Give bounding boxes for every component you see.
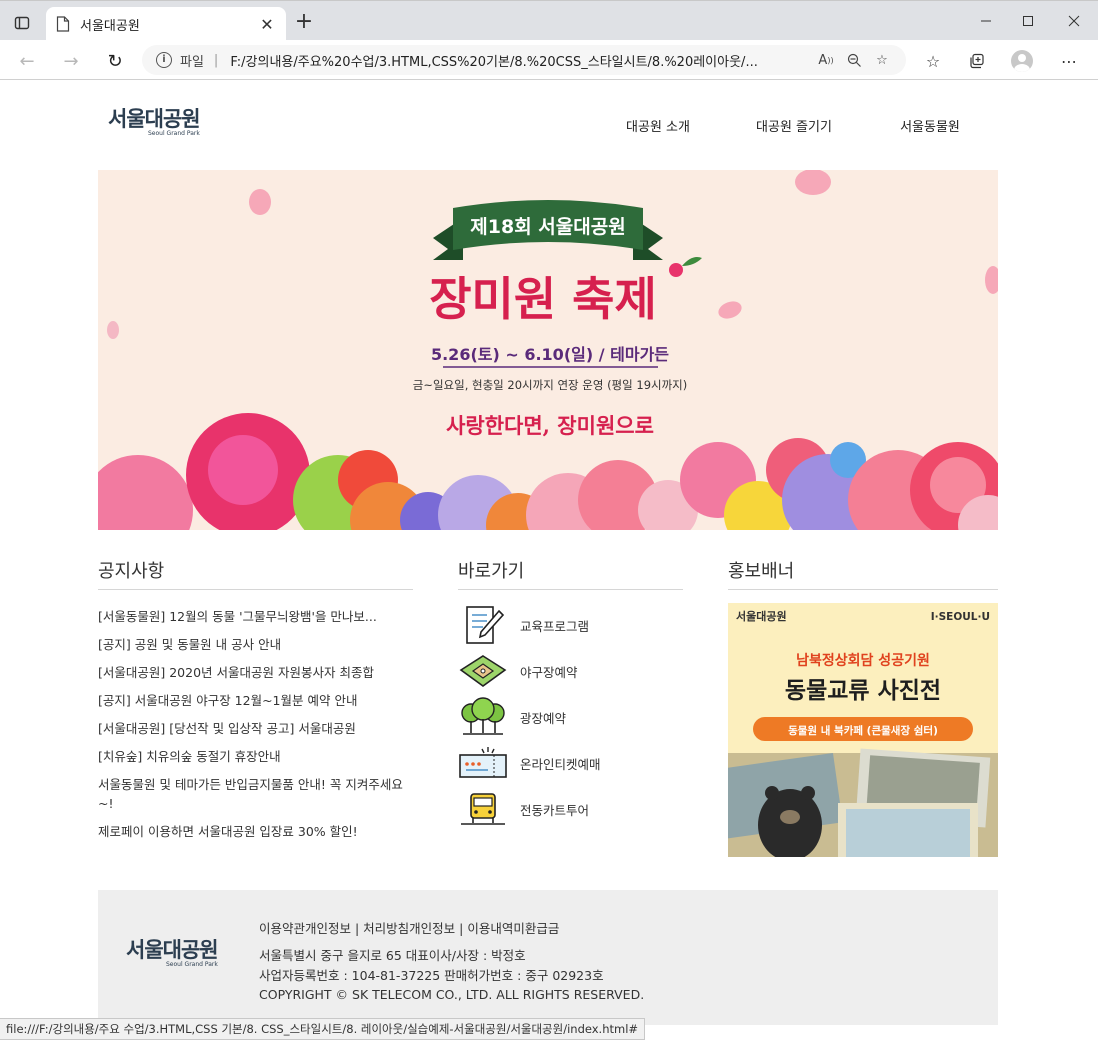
banner-dates: 5.26(토) ~ 6.10(일) / 테마가든 [431, 345, 669, 364]
browser-tab[interactable]: 서울대공원 ✕ [46, 7, 286, 41]
promo-banner[interactable]: 서울대공원 I·SEOUL·U 남북정상회담 성공기원 동물교류 사진전 동물원… [728, 603, 998, 857]
quick-links-section: 바로가기 교육프로그램 야구장예약 광장예약 온라인티켓예매 전동카트투어 [458, 557, 683, 832]
quick-link-cart[interactable]: 전동카트투어 [458, 786, 683, 832]
promo-pill: 동물원 내 북카페 (큰물새장 쉼터) [788, 724, 938, 737]
quick-link-plaza[interactable]: 광장예약 [458, 694, 683, 740]
notice-item[interactable]: 서울동물원 및 테마가든 반입금지물품 안내! 꼭 지켜주세요~! [98, 775, 413, 813]
tab-title: 서울대공원 [80, 18, 140, 34]
favorites-icon[interactable]: ☆ [918, 46, 948, 76]
url-scheme: 파일 [180, 54, 204, 70]
minimize-icon[interactable] [966, 7, 1006, 35]
collections-icon[interactable] [962, 46, 992, 76]
promo-section: 홍보배너 서울대공원 I·SEOUL·U 남북정상회담 성공기원 동물교류 사진… [728, 557, 998, 857]
notice-item[interactable]: 제로페이 이용하면 서울대공원 입장료 30% 할인! [98, 822, 413, 841]
trees-icon [458, 697, 508, 737]
notice-item[interactable]: [서울대공원] [당선작 및 입상작 공고] 서울대공원 [98, 719, 413, 738]
footer-logo[interactable]: 서울대공원 Seoul Grand Park [126, 934, 219, 968]
address-bar[interactable]: i 파일 | F:/강의내용/주요%20수업/3.HTML,CSS%20기본/8… [142, 45, 906, 75]
quick-links-list: 교육프로그램 야구장예약 광장예약 온라인티켓예매 전동카트투어 [458, 602, 683, 832]
nav-item-intro[interactable]: 대공원 소개 [590, 116, 726, 135]
zoom-out-icon[interactable] [840, 48, 868, 72]
quick-links-title: 바로가기 [458, 557, 683, 590]
close-tab-icon[interactable]: ✕ [258, 15, 276, 34]
back-icon[interactable]: ← [12, 46, 42, 76]
notice-item[interactable]: [치유숲] 치유의숲 동절기 휴장안내 [98, 747, 413, 766]
site-logo[interactable]: 서울대공원 Seoul Grand Park [108, 103, 208, 147]
cart-icon [458, 789, 508, 829]
main-banner[interactable]: 제18회 서울대공원 장미원 축제 5.26(토) ~ 6.10(일) / 테마… [98, 170, 998, 530]
notice-title: 공지사항 [98, 557, 413, 590]
nav-item-enjoy[interactable]: 대공원 즐기기 [726, 116, 862, 135]
quick-link-baseball[interactable]: 야구장예약 [458, 648, 683, 694]
footer-info: 서울특별시 중구 을지로 65 대표이사/사장 : 박정호 사업자등록번호 : … [259, 946, 644, 1005]
forward-icon[interactable]: → [56, 46, 86, 76]
notice-section: 공지사항 [서울동물원] 12월의 동물 '그물무늬왕뱀'을 만나보... [공… [98, 557, 413, 850]
content-area: 공지사항 [서울동물원] 12월의 동물 '그물무늬왕뱀'을 만나보... [공… [98, 557, 998, 857]
footer-copyright: COPYRIGHT © SK TELECOM CO., LTD. ALL RIG… [259, 987, 645, 1002]
url-text[interactable]: F:/강의내용/주요%20수업/3.HTML,CSS%20기본/8.%20CSS… [230, 51, 812, 70]
main-nav: 대공원 소개 대공원 즐기기 서울동물원 [590, 116, 998, 135]
promo-logo: 서울대공원 [736, 609, 787, 623]
site-footer: 서울대공원 Seoul Grand Park 이용약관개인정보 | 처리방침개인… [98, 890, 998, 1025]
banner-ribbon-text: 제18회 서울대공원 [470, 216, 625, 238]
footer-address: 서울특별시 중구 을지로 65 대표이사/사장 : 박정호 [259, 948, 526, 963]
footer-links[interactable]: 이용약관개인정보 | 처리방침개인정보 | 이용내역미환급금 [259, 918, 559, 937]
page-favicon-icon [56, 16, 70, 32]
notice-item[interactable]: [서울대공원] 2020년 서울대공원 자원봉사자 최종합 [98, 663, 413, 682]
baseball-field-icon [458, 651, 508, 691]
notice-item[interactable]: [서울동물원] 12월의 동물 '그물무늬왕뱀'을 만나보... [98, 607, 413, 626]
url-separator: | [213, 52, 219, 68]
footer-business-number: 사업자등록번호 : 104-81-37225 판매허가번호 : 중구 02923… [259, 967, 604, 983]
more-menu-icon[interactable]: ⋯ [1054, 46, 1084, 76]
webpage: 서울대공원 Seoul Grand Park 대공원 소개 대공원 즐기기 서울… [0, 81, 1098, 1040]
promo-brand: I·SEOUL·U [931, 611, 990, 623]
site-header: 서울대공원 Seoul Grand Park 대공원 소개 대공원 즐기기 서울… [98, 81, 998, 169]
document-pen-icon [458, 605, 508, 645]
tab-actions-icon[interactable] [8, 9, 36, 37]
refresh-icon[interactable]: ↻ [100, 46, 130, 76]
profile-avatar[interactable] [1007, 46, 1037, 76]
status-bar-url: file:///F:/강의내용/주요 수업/3.HTML,CSS 기본/8. C… [0, 1018, 646, 1040]
notice-list: [서울동물원] 12월의 동물 '그물무늬왕뱀'을 만나보... [공지] 공원… [98, 607, 413, 841]
close-window-icon[interactable] [1054, 7, 1094, 35]
quick-link-education[interactable]: 교육프로그램 [458, 602, 683, 648]
nav-item-zoo[interactable]: 서울동물원 [862, 116, 998, 135]
promo-title: 홍보배너 [728, 557, 998, 590]
quick-link-ticket[interactable]: 온라인티켓예매 [458, 740, 683, 786]
browser-toolbar: ← → ↻ i 파일 | F:/강의내용/주요%20수업/3.HTML,CSS%… [0, 40, 1098, 80]
banner-title: 장미원 축제 [429, 272, 657, 326]
add-favorite-icon[interactable]: ☆ [868, 48, 896, 72]
notice-item[interactable]: [공지] 서울대공원 야구장 12월~1월분 예약 안내 [98, 691, 413, 710]
ticket-icon [458, 743, 508, 783]
new-tab-icon[interactable]: + [292, 11, 316, 35]
promo-line2: 동물교류 사진전 [785, 678, 941, 704]
notice-item[interactable]: [공지] 공원 및 동물원 내 공사 안내 [98, 635, 413, 654]
banner-note: 금~일요일, 현충일 20시까지 연장 운영 (평일 19시까지) [413, 378, 687, 392]
info-icon[interactable]: i [156, 52, 172, 68]
promo-line1: 남북정상회담 성공기원 [796, 652, 930, 669]
read-aloud-icon[interactable]: A)) [812, 48, 840, 72]
maximize-icon[interactable] [1008, 7, 1048, 35]
banner-slogan: 사랑한다면, 장미원으로 [446, 413, 654, 438]
browser-tabbar: 서울대공원 ✕ + [0, 0, 1098, 41]
